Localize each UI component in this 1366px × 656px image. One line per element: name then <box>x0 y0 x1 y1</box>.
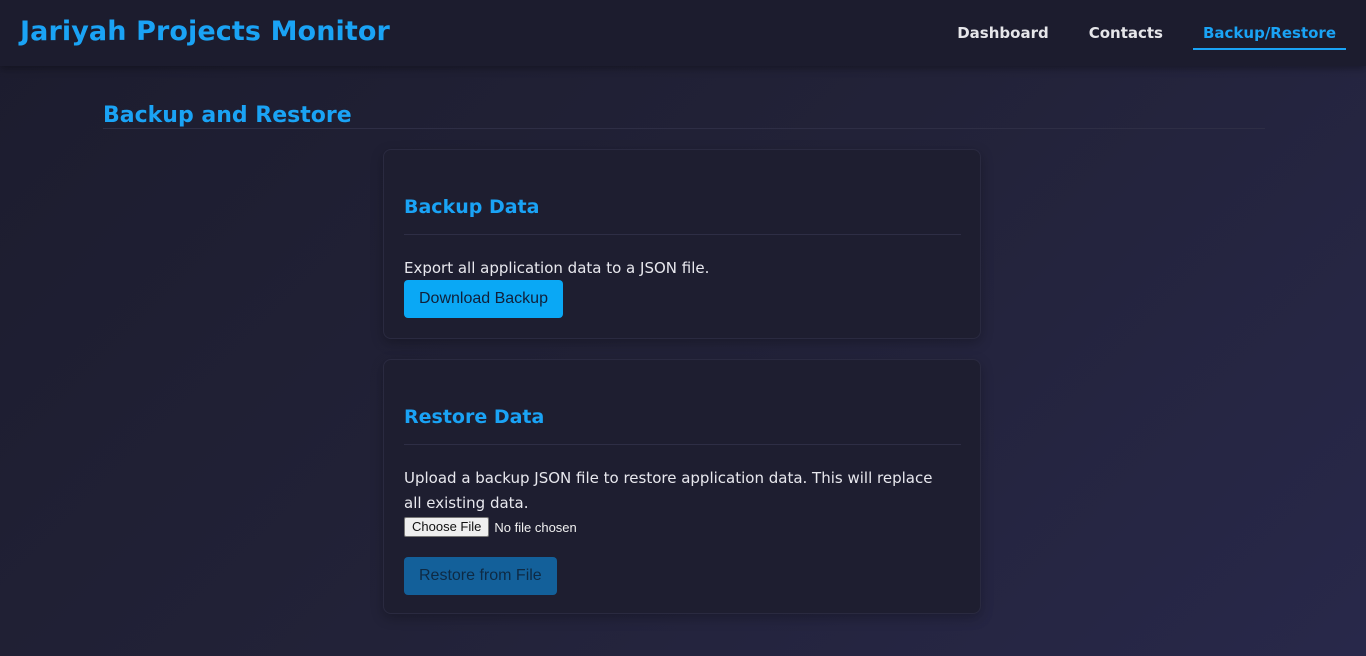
restore-divider <box>404 444 961 445</box>
choose-file-button[interactable]: Choose File <box>404 517 490 537</box>
nav-backup-restore[interactable]: Backup/Restore <box>1192 22 1346 50</box>
nav-contacts[interactable]: Contacts <box>1079 22 1173 50</box>
page-title-divider <box>103 128 1265 129</box>
backup-card: Backup Data Export all application data … <box>383 149 981 339</box>
app-title[interactable]: Jariyah Projects Monitor <box>20 16 390 47</box>
nav-dashboard[interactable]: Dashboard <box>947 22 1058 50</box>
restore-from-file-button[interactable]: Restore from File <box>404 557 557 595</box>
restore-heading: Restore Data <box>404 406 545 428</box>
file-input[interactable]: Choose File No file chosen <box>404 517 577 537</box>
download-backup-button[interactable]: Download Backup <box>404 280 563 318</box>
file-status-text: No file chosen <box>494 519 577 535</box>
backup-heading: Backup Data <box>404 196 540 218</box>
backup-divider <box>404 234 961 235</box>
restore-description: Upload a backup JSON file to restore app… <box>404 469 933 512</box>
backup-description: Export all application data to a JSON fi… <box>404 259 710 277</box>
restore-card: Restore Data Upload a backup JSON file t… <box>383 359 981 614</box>
page-title: Backup and Restore <box>103 102 352 128</box>
main-nav: Dashboard Contacts Backup/Restore <box>927 22 1346 50</box>
top-navbar: Jariyah Projects Monitor Dashboard Conta… <box>0 0 1366 66</box>
